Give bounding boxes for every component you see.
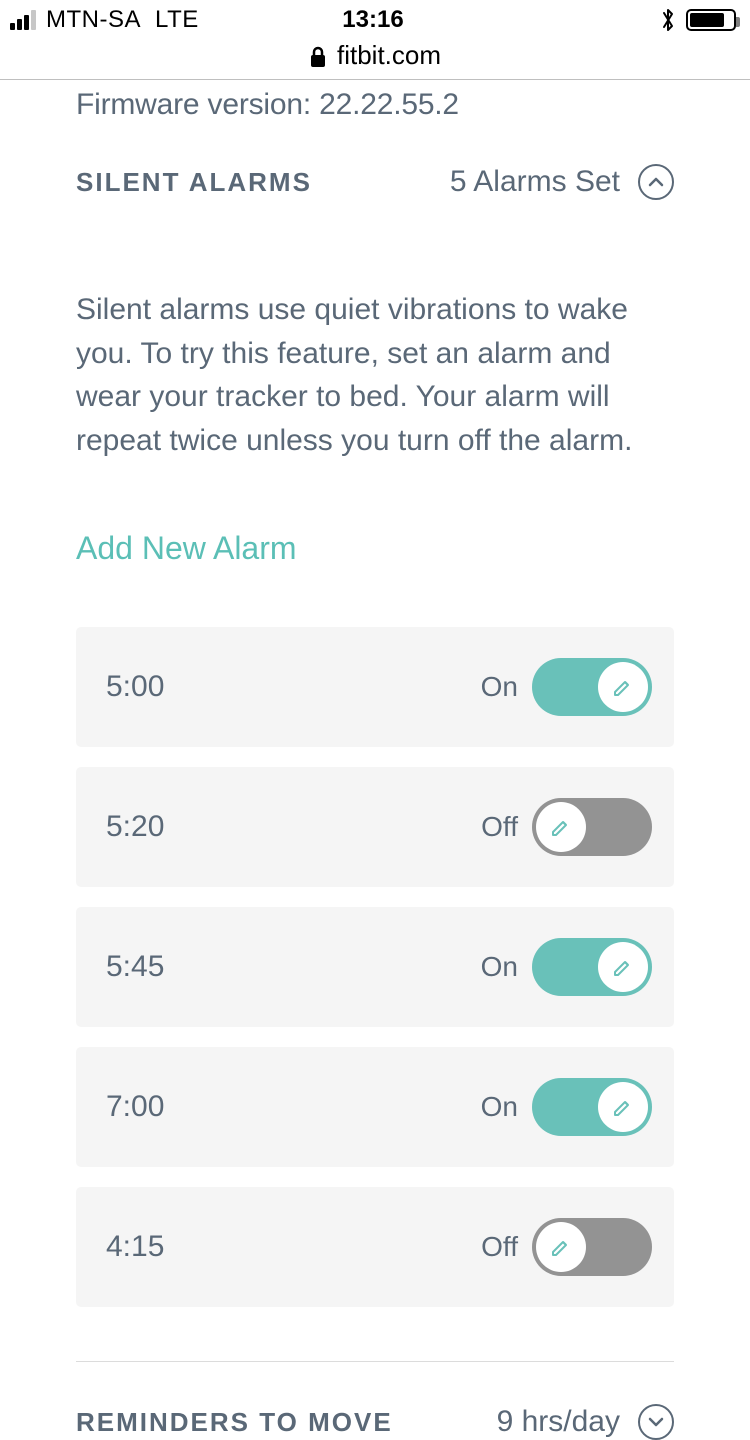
firmware-value: 22.22.55.2: [319, 88, 459, 121]
pencil-icon: [536, 1222, 586, 1272]
pencil-icon: [536, 802, 586, 852]
reminders-title: REMINDERS TO MOVE: [76, 1407, 393, 1438]
battery-icon: [686, 9, 736, 31]
alarm-row[interactable]: 5:20 Off: [76, 767, 674, 887]
alarm-state-label: Off: [481, 811, 518, 843]
alarm-time: 7:00: [106, 1090, 164, 1124]
alarm-toggle[interactable]: [532, 938, 652, 996]
alarm-time: 5:20: [106, 810, 164, 844]
url-text: fitbit.com: [337, 40, 441, 71]
alarm-row[interactable]: 5:45 On: [76, 907, 674, 1027]
reminders-header[interactable]: REMINDERS TO MOVE 9 hrs/day: [76, 1362, 674, 1440]
silent-alarms-description: Silent alarms use quiet vibrations to wa…: [76, 210, 674, 530]
reminders-value: 9 hrs/day: [497, 1405, 620, 1439]
alarm-toggle[interactable]: [532, 1078, 652, 1136]
alarm-time: 4:15: [106, 1230, 164, 1264]
chevron-down-icon[interactable]: [638, 1404, 674, 1440]
signal-strength-icon: [10, 10, 36, 30]
network-label: LTE: [155, 6, 199, 34]
alarm-state-label: On: [481, 951, 518, 983]
carrier-label: MTN-SA: [46, 6, 141, 34]
pencil-icon: [598, 1082, 648, 1132]
alarm-toggle[interactable]: [532, 658, 652, 716]
browser-url-bar[interactable]: fitbit.com: [0, 40, 750, 80]
status-bar: MTN-SA LTE 13:16: [0, 0, 750, 40]
status-time: 13:16: [342, 6, 403, 34]
bluetooth-icon: [660, 7, 676, 33]
add-new-alarm-link[interactable]: Add New Alarm: [76, 530, 674, 627]
alarm-toggle[interactable]: [532, 1218, 652, 1276]
pencil-icon: [598, 662, 648, 712]
silent-alarms-title: SILENT ALARMS: [76, 167, 312, 198]
alarm-toggle[interactable]: [532, 798, 652, 856]
alarm-time: 5:45: [106, 950, 164, 984]
alarm-row[interactable]: 4:15 Off: [76, 1187, 674, 1307]
pencil-icon: [598, 942, 648, 992]
firmware-label: Firmware version:: [76, 88, 311, 121]
silent-alarms-header[interactable]: SILENT ALARMS 5 Alarms Set: [76, 164, 674, 210]
lock-icon: [309, 44, 327, 68]
alarm-state-label: Off: [481, 1231, 518, 1263]
alarm-time: 5:00: [106, 670, 164, 704]
silent-alarms-count: 5 Alarms Set: [450, 165, 620, 199]
firmware-row: Firmware version: 22.22.55.2: [76, 80, 674, 164]
alarm-state-label: On: [481, 671, 518, 703]
alarm-row[interactable]: 7:00 On: [76, 1047, 674, 1167]
alarm-state-label: On: [481, 1091, 518, 1123]
alarm-list: 5:00 On 5:20 Off: [76, 627, 674, 1307]
alarm-row[interactable]: 5:00 On: [76, 627, 674, 747]
chevron-up-icon[interactable]: [638, 164, 674, 200]
